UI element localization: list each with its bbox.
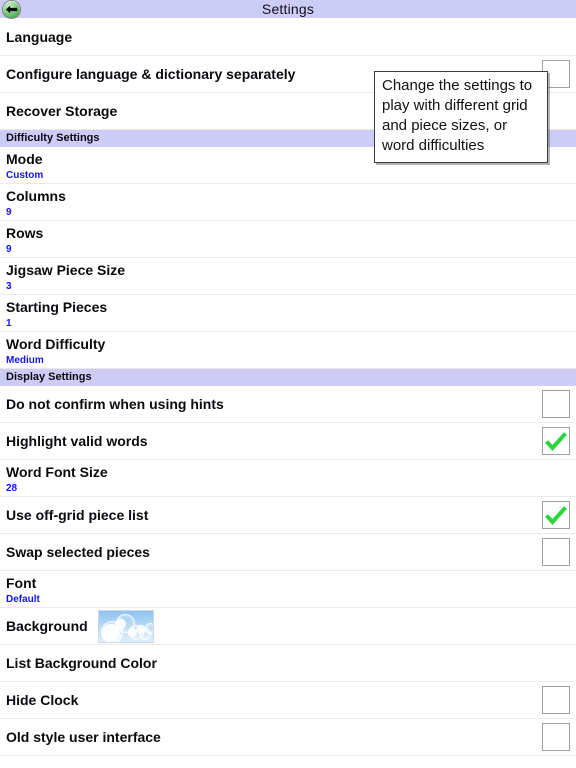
arrow-left-icon xyxy=(5,5,18,14)
setting-text: Background xyxy=(6,618,88,635)
setting-label: Highlight valid words xyxy=(6,432,148,449)
setting-text: Configure language & dictionary separate… xyxy=(6,66,295,83)
setting-label: Configure language & dictionary separate… xyxy=(6,65,296,82)
setting-value: 1 xyxy=(6,318,12,329)
back-button[interactable] xyxy=(3,1,20,18)
setting-checkbox[interactable] xyxy=(542,390,570,418)
setting-text: Word Font Size 28 xyxy=(6,464,108,495)
tooltip-popup: Change the settings to play with differe… xyxy=(374,71,548,163)
setting-label: Jigsaw Piece Size xyxy=(6,262,126,278)
setting-checkbox[interactable] xyxy=(542,427,570,455)
setting-value: Custom xyxy=(6,170,44,181)
setting-checkbox[interactable] xyxy=(542,538,570,566)
setting-label: Recover Storage xyxy=(6,102,118,119)
setting-row[interactable]: Old style user interface xyxy=(0,719,576,756)
page-title: Settings xyxy=(261,1,315,17)
setting-label: Starting Pieces xyxy=(6,299,108,315)
setting-label: Word Font Size xyxy=(6,464,108,480)
setting-row[interactable]: Language xyxy=(0,19,576,56)
setting-text: Jigsaw Piece Size 3 xyxy=(6,262,125,293)
setting-row[interactable]: Jigsaw Piece Size 3 xyxy=(0,258,576,295)
setting-row[interactable]: Swap selected pieces xyxy=(0,534,576,571)
setting-text: Mode Custom xyxy=(6,151,43,182)
setting-row[interactable]: Use off-grid piece list xyxy=(0,497,576,534)
setting-label: Background xyxy=(6,617,88,634)
setting-label: Swap selected pieces xyxy=(6,543,150,560)
setting-text: Highlight valid words xyxy=(6,433,148,450)
setting-row[interactable]: Do not confirm when using hints xyxy=(0,386,576,423)
setting-text: Hide Clock xyxy=(6,692,78,709)
setting-checkbox[interactable] xyxy=(542,686,570,714)
title-bar: Settings xyxy=(0,0,576,19)
setting-value: Default xyxy=(6,594,40,605)
setting-value: Medium xyxy=(6,355,44,366)
setting-label: Rows xyxy=(6,225,44,241)
setting-label: Old style user interface xyxy=(6,728,161,745)
setting-value: 9 xyxy=(6,207,12,218)
setting-checkbox[interactable] xyxy=(542,723,570,751)
setting-row[interactable]: Highlight valid words xyxy=(0,423,576,460)
setting-label: Word Difficulty xyxy=(6,336,106,352)
setting-label: Use off-grid piece list xyxy=(6,506,149,523)
setting-text: Font Default xyxy=(6,575,40,606)
setting-checkbox[interactable] xyxy=(542,501,570,529)
setting-text: Starting Pieces 1 xyxy=(6,299,107,330)
tooltip-text: Change the settings to play with differe… xyxy=(382,77,533,154)
setting-row[interactable]: List Background Color xyxy=(0,645,576,682)
setting-label: List Background Color xyxy=(6,654,157,671)
setting-text: List Background Color xyxy=(6,655,157,672)
setting-row[interactable]: Starting Pieces 1 xyxy=(0,295,576,332)
setting-label: Do not confirm when using hints xyxy=(6,395,224,412)
setting-text: Recover Storage xyxy=(6,103,117,120)
setting-label: Mode xyxy=(6,151,43,167)
setting-text: Swap selected pieces xyxy=(6,544,150,561)
bubble-shape xyxy=(144,622,153,634)
setting-text: Word Difficulty Medium xyxy=(6,336,105,367)
setting-row[interactable]: Columns 9 xyxy=(0,184,576,221)
setting-label: Hide Clock xyxy=(6,691,79,708)
setting-label: Columns xyxy=(6,188,66,204)
setting-text: Old style user interface xyxy=(6,729,161,746)
setting-row[interactable]: Word Difficulty Medium xyxy=(0,332,576,369)
setting-row[interactable]: Background xyxy=(0,608,576,645)
setting-row[interactable]: Rows 9 xyxy=(0,221,576,258)
setting-row[interactable]: Word Font Size 28 xyxy=(0,460,576,497)
setting-text: Do not confirm when using hints xyxy=(6,396,224,413)
setting-text: Use off-grid piece list xyxy=(6,507,148,524)
setting-text: Language xyxy=(6,29,72,46)
setting-text: Columns 9 xyxy=(6,188,66,219)
bubble-shape xyxy=(107,630,121,642)
setting-row[interactable]: Hide Clock xyxy=(0,682,576,719)
bubbles-background-thumbnail[interactable] xyxy=(97,609,154,643)
setting-value: 9 xyxy=(6,244,12,255)
setting-text: Rows 9 xyxy=(6,225,43,256)
setting-label: Font xyxy=(6,575,37,591)
setting-value: 28 xyxy=(6,483,18,494)
setting-label: Language xyxy=(6,28,73,45)
section-header: Display Settings xyxy=(0,369,576,386)
setting-row[interactable]: Font Default xyxy=(0,571,576,608)
setting-value: 3 xyxy=(6,281,12,292)
